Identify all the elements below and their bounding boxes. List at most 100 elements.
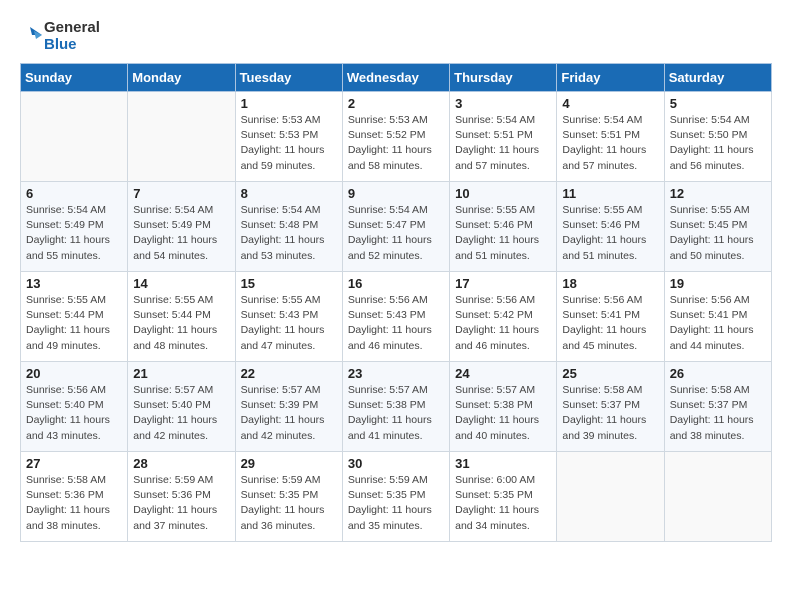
logo-text-block: General Blue xyxy=(20,20,100,53)
calendar-cell: 25 Sunrise: 5:58 AM Sunset: 5:37 PM Dayli… xyxy=(557,362,664,452)
calendar-cell: 5Sunrise: 5:54 AM Sunset: 5:50 PM Daylig… xyxy=(664,92,771,182)
calendar-cell: 15 Sunrise: 5:55 AM Sunset: 5:43 PM Dayli… xyxy=(235,272,342,362)
calendar-cell xyxy=(557,452,664,542)
day-info: Sunrise: 5:56 AM Sunset: 5:42 PM Dayligh… xyxy=(455,293,551,354)
day-info: Sunrise: 5:53 AM Sunset: 5:53 PM Dayligh… xyxy=(241,113,337,174)
day-number: 19 xyxy=(670,276,766,291)
page-header: General Blue xyxy=(20,20,772,53)
day-number: 31 xyxy=(455,456,551,471)
calendar-cell: 23 Sunrise: 5:57 AM Sunset: 5:38 PM Dayli… xyxy=(342,362,449,452)
day-number: 6 xyxy=(26,186,122,201)
day-info: Sunrise: 5:55 AM Sunset: 5:44 PM Dayligh… xyxy=(133,293,229,354)
day-info: Sunrise: 5:56 AM Sunset: 5:41 PM Dayligh… xyxy=(562,293,658,354)
day-number: 23 xyxy=(348,366,444,381)
day-info: Sunrise: 5:57 AM Sunset: 5:38 PM Dayligh… xyxy=(348,383,444,444)
day-of-week-header: Wednesday xyxy=(342,64,449,92)
day-number: 27 xyxy=(26,456,122,471)
day-number: 29 xyxy=(241,456,337,471)
day-number: 12 xyxy=(670,186,766,201)
day-info: Sunrise: 5:55 AM Sunset: 5:46 PM Dayligh… xyxy=(455,203,551,264)
day-info: Sunrise: 5:58 AM Sunset: 5:37 PM Dayligh… xyxy=(562,383,658,444)
day-number: 1 xyxy=(241,96,337,111)
calendar-cell: 30 Sunrise: 5:59 AM Sunset: 5:35 PM Dayli… xyxy=(342,452,449,542)
day-of-week-header: Sunday xyxy=(21,64,128,92)
calendar-header: SundayMondayTuesdayWednesdayThursdayFrid… xyxy=(21,64,772,92)
day-info: Sunrise: 5:59 AM Sunset: 5:36 PM Dayligh… xyxy=(133,473,229,534)
day-info: Sunrise: 5:54 AM Sunset: 5:49 PM Dayligh… xyxy=(133,203,229,264)
day-of-week-header: Friday xyxy=(557,64,664,92)
calendar-week-row: 13 Sunrise: 5:55 AM Sunset: 5:44 PM Dayli… xyxy=(21,272,772,362)
day-info: Sunrise: 5:55 AM Sunset: 5:44 PM Dayligh… xyxy=(26,293,122,354)
day-header-row: SundayMondayTuesdayWednesdayThursdayFrid… xyxy=(21,64,772,92)
calendar-cell: 16 Sunrise: 5:56 AM Sunset: 5:43 PM Dayli… xyxy=(342,272,449,362)
calendar-cell: 22 Sunrise: 5:57 AM Sunset: 5:39 PM Dayli… xyxy=(235,362,342,452)
day-number: 25 xyxy=(562,366,658,381)
calendar-cell: 2 Sunrise: 5:53 AM Sunset: 5:52 PM Daylig… xyxy=(342,92,449,182)
day-info: Sunrise: 5:56 AM Sunset: 5:41 PM Dayligh… xyxy=(670,293,766,354)
day-of-week-header: Tuesday xyxy=(235,64,342,92)
logo-general: General xyxy=(44,20,100,37)
day-number: 14 xyxy=(133,276,229,291)
day-of-week-header: Monday xyxy=(128,64,235,92)
day-info: Sunrise: 5:59 AM Sunset: 5:35 PM Dayligh… xyxy=(348,473,444,534)
day-info: Sunrise: 5:55 AM Sunset: 5:43 PM Dayligh… xyxy=(241,293,337,354)
calendar-cell: 24Sunrise: 5:57 AM Sunset: 5:38 PM Dayli… xyxy=(450,362,557,452)
calendar-week-row: 6 Sunrise: 5:54 AM Sunset: 5:49 PM Daylig… xyxy=(21,182,772,272)
calendar-cell xyxy=(128,92,235,182)
logo-bird-icon xyxy=(20,23,42,51)
day-number: 28 xyxy=(133,456,229,471)
calendar-cell: 18 Sunrise: 5:56 AM Sunset: 5:41 PM Dayli… xyxy=(557,272,664,362)
calendar-cell: 11 Sunrise: 5:55 AM Sunset: 5:46 PM Dayli… xyxy=(557,182,664,272)
calendar-cell: 9 Sunrise: 5:54 AM Sunset: 5:47 PM Daylig… xyxy=(342,182,449,272)
day-info: Sunrise: 5:54 AM Sunset: 5:51 PM Dayligh… xyxy=(562,113,658,174)
calendar-cell: 10 Sunrise: 5:55 AM Sunset: 5:46 PM Dayli… xyxy=(450,182,557,272)
calendar-body: 1 Sunrise: 5:53 AM Sunset: 5:53 PM Daylig… xyxy=(21,92,772,542)
calendar-cell: 7Sunrise: 5:54 AM Sunset: 5:49 PM Daylig… xyxy=(128,182,235,272)
calendar-week-row: 1 Sunrise: 5:53 AM Sunset: 5:53 PM Daylig… xyxy=(21,92,772,182)
day-info: Sunrise: 5:59 AM Sunset: 5:35 PM Dayligh… xyxy=(241,473,337,534)
day-info: Sunrise: 5:57 AM Sunset: 5:40 PM Dayligh… xyxy=(133,383,229,444)
day-info: Sunrise: 5:54 AM Sunset: 5:49 PM Dayligh… xyxy=(26,203,122,264)
day-number: 2 xyxy=(348,96,444,111)
day-info: Sunrise: 5:56 AM Sunset: 5:43 PM Dayligh… xyxy=(348,293,444,354)
day-number: 16 xyxy=(348,276,444,291)
calendar-cell: 27 Sunrise: 5:58 AM Sunset: 5:36 PM Dayli… xyxy=(21,452,128,542)
calendar-cell: 31Sunrise: 6:00 AM Sunset: 5:35 PM Dayli… xyxy=(450,452,557,542)
day-number: 5 xyxy=(670,96,766,111)
day-info: Sunrise: 5:58 AM Sunset: 5:36 PM Dayligh… xyxy=(26,473,122,534)
day-info: Sunrise: 5:54 AM Sunset: 5:47 PM Dayligh… xyxy=(348,203,444,264)
day-number: 15 xyxy=(241,276,337,291)
calendar-cell: 26Sunrise: 5:58 AM Sunset: 5:37 PM Dayli… xyxy=(664,362,771,452)
calendar-cell xyxy=(664,452,771,542)
day-info: Sunrise: 5:54 AM Sunset: 5:51 PM Dayligh… xyxy=(455,113,551,174)
calendar-week-row: 27 Sunrise: 5:58 AM Sunset: 5:36 PM Dayli… xyxy=(21,452,772,542)
day-number: 3 xyxy=(455,96,551,111)
day-info: Sunrise: 5:53 AM Sunset: 5:52 PM Dayligh… xyxy=(348,113,444,174)
calendar-cell: 3 Sunrise: 5:54 AM Sunset: 5:51 PM Daylig… xyxy=(450,92,557,182)
day-info: Sunrise: 5:55 AM Sunset: 5:46 PM Dayligh… xyxy=(562,203,658,264)
day-info: Sunrise: 5:56 AM Sunset: 5:40 PM Dayligh… xyxy=(26,383,122,444)
calendar-cell: 12 Sunrise: 5:55 AM Sunset: 5:45 PM Dayli… xyxy=(664,182,771,272)
day-number: 13 xyxy=(26,276,122,291)
day-number: 20 xyxy=(26,366,122,381)
day-info: Sunrise: 5:55 AM Sunset: 5:45 PM Dayligh… xyxy=(670,203,766,264)
day-number: 10 xyxy=(455,186,551,201)
calendar-cell: 8Sunrise: 5:54 AM Sunset: 5:48 PM Daylig… xyxy=(235,182,342,272)
day-number: 9 xyxy=(348,186,444,201)
day-number: 17 xyxy=(455,276,551,291)
calendar-week-row: 20 Sunrise: 5:56 AM Sunset: 5:40 PM Dayli… xyxy=(21,362,772,452)
day-info: Sunrise: 5:57 AM Sunset: 5:38 PM Dayligh… xyxy=(455,383,551,444)
day-number: 22 xyxy=(241,366,337,381)
day-number: 11 xyxy=(562,186,658,201)
day-number: 30 xyxy=(348,456,444,471)
calendar-cell: 4Sunrise: 5:54 AM Sunset: 5:51 PM Daylig… xyxy=(557,92,664,182)
logo-blue: Blue xyxy=(44,37,100,54)
day-number: 18 xyxy=(562,276,658,291)
day-info: Sunrise: 5:57 AM Sunset: 5:39 PM Dayligh… xyxy=(241,383,337,444)
calendar-cell: 6 Sunrise: 5:54 AM Sunset: 5:49 PM Daylig… xyxy=(21,182,128,272)
logo: General Blue xyxy=(20,20,100,53)
day-of-week-header: Thursday xyxy=(450,64,557,92)
calendar-cell: 1 Sunrise: 5:53 AM Sunset: 5:53 PM Daylig… xyxy=(235,92,342,182)
day-info: Sunrise: 5:54 AM Sunset: 5:48 PM Dayligh… xyxy=(241,203,337,264)
day-info: Sunrise: 5:58 AM Sunset: 5:37 PM Dayligh… xyxy=(670,383,766,444)
